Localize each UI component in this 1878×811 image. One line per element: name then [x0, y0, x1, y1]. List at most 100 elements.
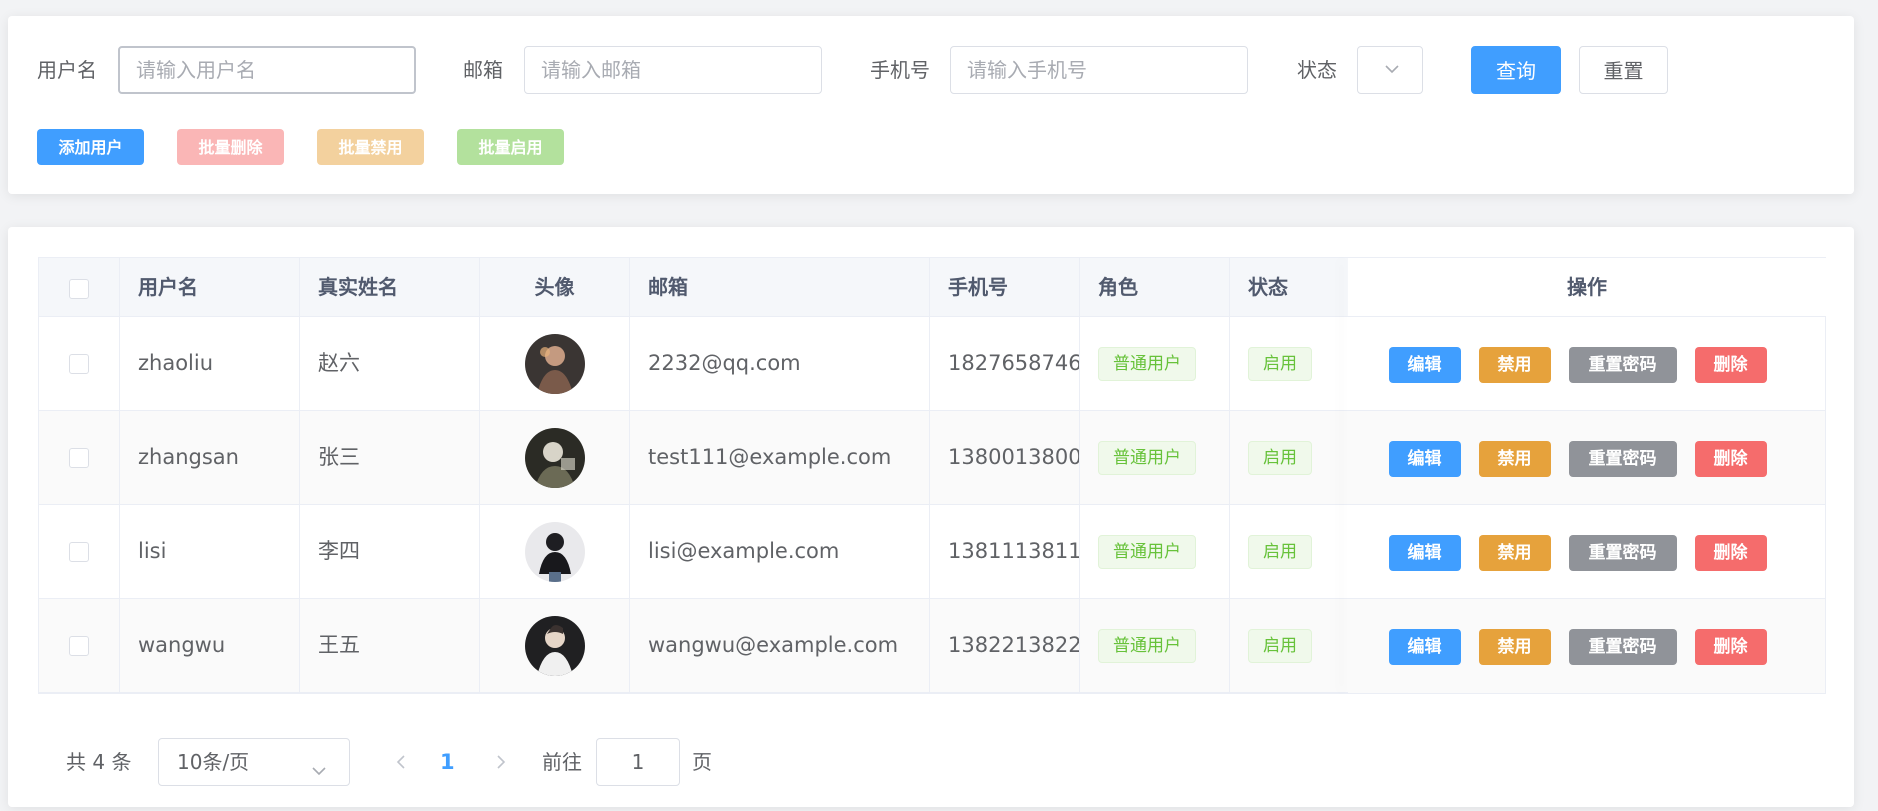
cell-phone: 18276587463 — [930, 317, 1080, 410]
toolbar: 添加用户 批量删除 批量禁用 批量启用 — [8, 129, 1854, 165]
cell-avatar — [480, 317, 630, 410]
disable-button[interactable]: 禁用 — [1478, 534, 1551, 571]
cell-role: 普通用户 — [1080, 411, 1230, 504]
column-header-realname[interactable]: 真实姓名 — [300, 258, 480, 316]
cell-status: 启用 — [1230, 411, 1347, 504]
cell-email: lisi@example.com — [630, 505, 930, 598]
goto-label: 前往 — [542, 750, 582, 774]
row-select-cell — [39, 317, 120, 410]
prev-page-icon[interactable] — [393, 738, 409, 804]
cell-username: lisi — [120, 505, 300, 598]
column-header-email[interactable]: 邮箱 — [630, 258, 930, 316]
batch-delete-button[interactable]: 批量删除 — [177, 129, 284, 165]
cell-status: 启用 — [1230, 505, 1347, 598]
batch-enable-button[interactable]: 批量启用 — [457, 129, 564, 165]
column-header-username[interactable]: 用户名 — [120, 258, 300, 316]
role-tag: 普通用户 — [1098, 629, 1196, 663]
reset-password-button[interactable]: 重置密码 — [1568, 628, 1677, 665]
edit-button[interactable]: 编辑 — [1388, 534, 1461, 571]
cell-role: 普通用户 — [1080, 599, 1230, 692]
column-header-status[interactable]: 状态 — [1230, 258, 1347, 316]
row-actions: 编辑 禁用 重置密码 删除 — [1348, 411, 1825, 505]
disable-button[interactable]: 禁用 — [1478, 628, 1551, 665]
add-user-button[interactable]: 添加用户 — [37, 129, 144, 165]
cell-avatar — [480, 599, 630, 692]
select-all-checkbox[interactable] — [69, 278, 89, 299]
goto-page-input[interactable]: 1 — [596, 738, 680, 786]
role-tag: 普通用户 — [1098, 535, 1196, 569]
role-tag: 普通用户 — [1098, 347, 1196, 381]
cell-realname: 张三 — [300, 411, 480, 504]
column-header-avatar[interactable]: 头像 — [480, 258, 630, 316]
cell-phone: 13811138111 — [930, 505, 1080, 598]
total-count: 4 — [92, 750, 106, 774]
avatar — [524, 522, 585, 582]
reset-password-button[interactable]: 重置密码 — [1568, 440, 1677, 477]
total-suffix: 条 — [111, 750, 132, 774]
avatar — [524, 616, 585, 676]
avatar — [524, 428, 585, 488]
cell-status: 启用 — [1230, 599, 1347, 692]
table-header: 用户名 真实姓名 头像 邮箱 手机号 角色 状态 操作 — [39, 258, 1826, 317]
cell-realname: 赵六 — [300, 317, 480, 410]
role-tag: 普通用户 — [1098, 441, 1196, 475]
phone-input[interactable] — [950, 46, 1248, 94]
chevron-down-icon — [1382, 59, 1402, 83]
status-select[interactable] — [1357, 46, 1423, 94]
select-all-cell — [39, 258, 120, 316]
cell-phone: 13800138000 — [930, 411, 1080, 504]
email-label: 邮箱 — [463, 58, 503, 82]
edit-button[interactable]: 编辑 — [1388, 440, 1461, 477]
cell-username: wangwu — [120, 599, 300, 692]
total-prefix: 共 — [66, 750, 86, 774]
search-panel: 用户名 邮箱 手机号 状态 查询 重置 添加用户 批量删除 批量禁用 批量启用 — [8, 16, 1854, 194]
cell-avatar — [480, 411, 630, 504]
row-actions: 编辑 禁用 重置密码 删除 — [1348, 599, 1825, 693]
edit-button[interactable]: 编辑 — [1388, 346, 1461, 383]
reset-button[interactable]: 重置 — [1579, 46, 1668, 94]
delete-button[interactable]: 删除 — [1694, 440, 1767, 477]
delete-button[interactable]: 删除 — [1694, 534, 1767, 571]
disable-button[interactable]: 禁用 — [1478, 346, 1551, 383]
cell-status: 启用 — [1230, 317, 1347, 410]
pagination: 共 4 条 10条/页 1 前往 1 页 — [8, 738, 1854, 786]
reset-password-button[interactable]: 重置密码 — [1568, 534, 1677, 571]
username-input[interactable] — [118, 46, 416, 94]
delete-button[interactable]: 删除 — [1694, 346, 1767, 383]
cell-role: 普通用户 — [1080, 317, 1230, 410]
cell-email: wangwu@example.com — [630, 599, 930, 692]
row-actions: 编辑 禁用 重置密码 删除 — [1348, 317, 1825, 411]
reset-password-button[interactable]: 重置密码 — [1568, 346, 1677, 383]
page-number-current[interactable]: 1 — [440, 738, 455, 786]
delete-button[interactable]: 删除 — [1694, 628, 1767, 665]
phone-label: 手机号 — [870, 58, 930, 82]
cell-realname: 李四 — [300, 505, 480, 598]
row-checkbox[interactable] — [69, 542, 89, 562]
email-input[interactable] — [524, 46, 822, 94]
cell-email: test111@example.com — [630, 411, 930, 504]
batch-disable-button[interactable]: 批量禁用 — [317, 129, 424, 165]
search-form: 用户名 邮箱 手机号 状态 查询 重置 — [8, 46, 1854, 94]
column-header-actions: 操作 — [1348, 258, 1826, 316]
status-tag: 启用 — [1248, 629, 1312, 663]
next-page-icon[interactable] — [493, 738, 509, 804]
row-checkbox[interactable] — [69, 354, 89, 374]
query-button[interactable]: 查询 — [1471, 46, 1561, 94]
edit-button[interactable]: 编辑 — [1388, 628, 1461, 665]
column-header-phone[interactable]: 手机号 — [930, 258, 1080, 316]
actions-column: 编辑 禁用 重置密码 删除 编辑 禁用 重置密码 删除 编辑 禁用 重置密码 删除 编辑 禁用 重置密… — [1348, 317, 1825, 693]
status-label: 状态 — [1297, 58, 1337, 82]
row-actions: 编辑 禁用 重置密码 删除 — [1348, 505, 1825, 599]
column-header-role[interactable]: 角色 — [1080, 258, 1230, 316]
cell-phone: 13822138222 — [930, 599, 1080, 692]
user-table-panel: 用户名 真实姓名 头像 邮箱 手机号 角色 状态 操作 zhaoliu 赵六 2… — [8, 227, 1854, 807]
status-tag: 启用 — [1248, 535, 1312, 569]
chevron-down-icon — [309, 751, 329, 797]
row-select-cell — [39, 599, 120, 692]
page-size-select[interactable]: 10条/页 — [158, 738, 350, 786]
page-size-value: 10条/页 — [177, 750, 250, 774]
status-tag: 启用 — [1248, 441, 1312, 475]
row-checkbox[interactable] — [69, 448, 89, 468]
row-checkbox[interactable] — [69, 636, 89, 656]
disable-button[interactable]: 禁用 — [1478, 440, 1551, 477]
